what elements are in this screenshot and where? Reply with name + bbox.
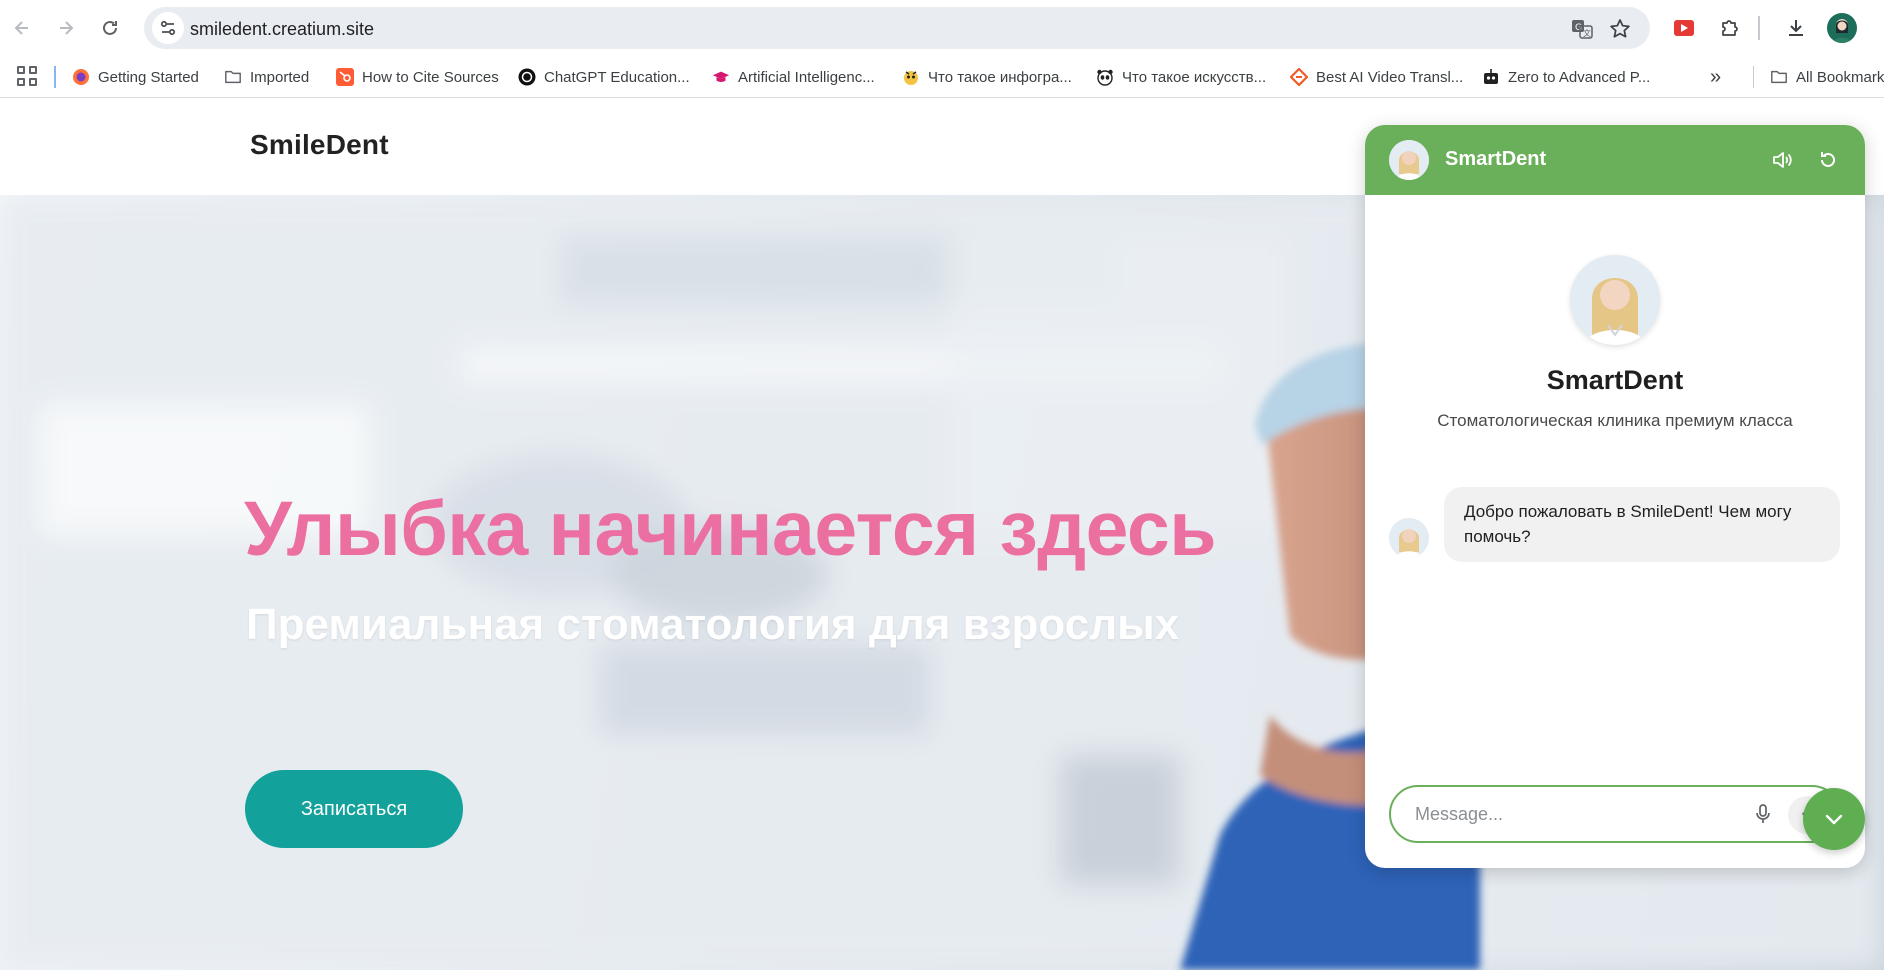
firefox-icon [72, 68, 90, 86]
bookmark-item[interactable]: Что такое инфогра... [902, 64, 1072, 90]
bookmark-item[interactable]: Что такое искусств... [1096, 64, 1266, 90]
svg-text:G: G [1575, 23, 1582, 33]
diamond-icon [1290, 68, 1308, 86]
folder-icon [224, 68, 242, 86]
sound-toggle-button[interactable] [1769, 147, 1795, 173]
back-button[interactable] [8, 10, 36, 46]
chevron-down-icon [1825, 814, 1843, 825]
microphone-icon [1756, 804, 1770, 823]
chat-widget: SmartDent SmartDent Стоматологическая кл… [1365, 125, 1865, 868]
youtube-extension-button[interactable] [1670, 14, 1698, 42]
hubspot-icon [336, 68, 354, 86]
bookmark-folder[interactable]: Imported [224, 64, 309, 90]
translate-icon: G文 [1572, 20, 1593, 39]
message-input[interactable] [1415, 799, 1735, 829]
panda-icon [1096, 68, 1114, 86]
arrow-right-icon [60, 21, 74, 35]
arrow-left-icon [14, 21, 28, 35]
bot-description: Стоматологическая клиника премиум класса [1437, 411, 1793, 430]
chat-header-avatar [1389, 140, 1429, 180]
bookmark-item[interactable]: Artificial Intelligenc... [712, 64, 875, 90]
robot-icon [1482, 68, 1500, 86]
profile-avatar[interactable] [1827, 13, 1857, 43]
bookmark-item[interactable]: Getting Started [72, 64, 199, 90]
restart-chat-button[interactable] [1815, 147, 1841, 173]
svg-text:文: 文 [1583, 28, 1591, 38]
extensions-button[interactable] [1716, 14, 1744, 42]
message-composer [1389, 785, 1841, 843]
toolbar-divider [1758, 16, 1760, 40]
voice-input-button[interactable] [1749, 800, 1777, 828]
downloads-button[interactable] [1782, 14, 1810, 42]
bot-message-bubble: Добро пожаловать в SmileDent! Чем могу п… [1444, 487, 1840, 562]
bookmarks-divider [54, 66, 56, 88]
mascot-icon [902, 68, 920, 86]
chat-header: SmartDent [1365, 125, 1865, 195]
bookmark-item[interactable]: Zero to Advanced P... [1482, 64, 1650, 90]
site-logo[interactable]: SmileDent [250, 129, 389, 161]
bot-name: SmartDent [1546, 365, 1684, 395]
hero-subtitle: Премиальная стоматология для взрослых [246, 600, 1180, 649]
download-icon [1789, 20, 1803, 36]
bookmarks-divider [1753, 66, 1754, 88]
youtube-extension-icon [1674, 20, 1694, 36]
chat-toggle-button[interactable] [1803, 788, 1865, 850]
browser-toolbar: smiledent.creatium.site G文 [0, 0, 1884, 56]
reload-icon [103, 20, 117, 35]
folder-icon [1770, 68, 1788, 86]
all-bookmarks-folder[interactable]: All Bookmarks [1770, 64, 1884, 90]
bot-avatar [1570, 255, 1660, 345]
bookmark-item[interactable]: ChatGPT Education... [518, 64, 690, 90]
url-text: smiledent.creatium.site [190, 19, 375, 39]
apps-grid-icon[interactable] [16, 65, 38, 87]
bookmarks-bar: Getting Started Imported How to Cite Sou… [0, 56, 1884, 98]
bookmark-item[interactable]: Best AI Video Transl... [1290, 64, 1463, 90]
book-appointment-button[interactable]: Записаться [245, 770, 463, 848]
refresh-icon [1821, 152, 1835, 167]
reload-button[interactable] [96, 10, 124, 46]
openai-icon [518, 68, 536, 86]
chat-header-title: SmartDent [1445, 148, 1547, 170]
bookmarks-overflow-chevron-icon[interactable]: » [1710, 66, 1721, 89]
graduation-cap-icon [712, 68, 730, 86]
speaker-icon [1773, 152, 1792, 168]
site-info-button[interactable] [152, 12, 184, 44]
bookmark-star-button[interactable] [1608, 17, 1632, 41]
tune-icon [160, 20, 176, 36]
address-bar[interactable]: smiledent.creatium.site G文 [144, 7, 1650, 49]
message-avatar [1389, 518, 1429, 558]
star-icon [1610, 19, 1630, 38]
translate-button[interactable]: G文 [1570, 17, 1594, 41]
hero-title: Улыбка начинается здесь [244, 486, 1217, 572]
puzzle-icon [1722, 20, 1738, 36]
bookmark-item[interactable]: How to Cite Sources [336, 64, 499, 90]
forward-button[interactable] [52, 10, 80, 46]
